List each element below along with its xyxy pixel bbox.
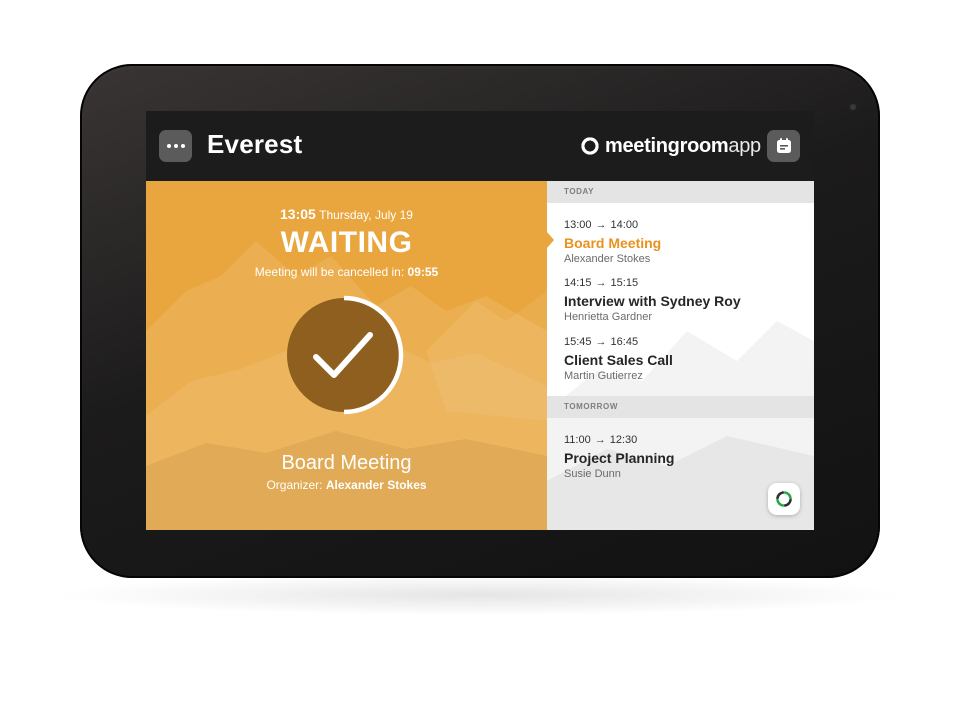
event-end: 12:30 [609, 434, 638, 446]
brand-name-bold: meetingroom [605, 134, 729, 157]
day-header-tomorrow: TOMORROW [547, 396, 814, 418]
event-start: 14:15 [564, 277, 592, 289]
event-time: 15:45 → 16:45 [564, 335, 804, 349]
event-item[interactable]: 11:00 → 12:30 Project Planning Susie Dunn [564, 433, 804, 481]
room-name: Everest [207, 129, 303, 159]
organizer-label: Organizer: [266, 478, 323, 492]
event-title: Client Sales Call [564, 352, 673, 368]
arrow-right-icon: → [595, 277, 607, 289]
event-time: 14:15 → 15:15 [564, 276, 804, 290]
event-organizer: Martin Gutierrez [564, 370, 643, 382]
current-meeting-organizer: Organizer: Alexander Stokes [146, 478, 547, 492]
event-organizer: Alexander Stokes [564, 253, 651, 265]
device-shadow [60, 575, 900, 615]
event-start: 15:45 [564, 336, 592, 348]
cancel-countdown-label: Meeting will be cancelled in: [254, 265, 405, 279]
event-end: 14:00 [610, 219, 639, 231]
check-in-button[interactable] [284, 295, 409, 415]
cancel-countdown-value: 09:55 [407, 265, 439, 279]
cancel-countdown: Meeting will be cancelled in: 09:55 [146, 265, 547, 279]
event-start: 13:00 [564, 219, 592, 231]
support-button[interactable] [768, 483, 800, 515]
event-title: Board Meeting [564, 235, 662, 251]
brand-name: meetingroomapp [605, 135, 761, 158]
event-item[interactable]: 15:45 → 16:45 Client Sales Call Martin Gut… [564, 335, 804, 383]
event-title: Interview with Sydney Roy [564, 293, 741, 309]
event-item[interactable]: 13:00 → 14:00 Board Meeting Alexander Stok… [564, 218, 804, 266]
day-header-today: TODAY [547, 181, 814, 203]
top-bar: Everest meetingroomapp [146, 111, 814, 181]
event-item[interactable]: 14:15 → 15:15 Interview with Sydney Roy He… [564, 276, 804, 324]
current-event-pointer [547, 232, 554, 248]
brand-name-light: app [728, 134, 761, 157]
calendar-button[interactable] [767, 130, 800, 162]
schedule-panel: TODAY 13:00 → 14:00 Board Meeting Alexande… [547, 181, 814, 530]
organizer-name: Alexander Stokes [325, 478, 427, 492]
tablet-screen: Everest meetingroomapp 13:05 Thursday, J… [146, 111, 814, 530]
brand-logo: meetingroomapp [580, 135, 761, 157]
current-datetime: 13:05 Thursday, July 19 [146, 206, 547, 222]
current-time: 13:05 [280, 206, 316, 222]
more-dots-icon [166, 144, 185, 148]
arrow-right-icon: → [594, 434, 606, 446]
current-date: Thursday, July 19 [319, 208, 413, 222]
current-meeting-panel: 13:05 Thursday, July 19 WAITING Meeting … [146, 181, 547, 530]
event-time: 11:00 → 12:30 [564, 433, 804, 447]
event-organizer: Susie Dunn [564, 468, 621, 480]
calendar-icon [776, 138, 791, 153]
event-organizer: Henrietta Gardner [564, 311, 653, 323]
event-end: 16:45 [610, 336, 639, 348]
arrow-right-icon: → [595, 219, 607, 231]
menu-button[interactable] [159, 130, 192, 162]
current-meeting-title: Board Meeting [281, 452, 412, 474]
event-time: 13:00 → 14:00 [564, 218, 804, 232]
support-icon [776, 491, 792, 507]
event-end: 15:15 [610, 277, 639, 289]
meetingroomapp-logo-icon [581, 137, 599, 155]
event-title: Project Planning [564, 450, 675, 466]
event-start: 11:00 [564, 434, 591, 446]
arrow-right-icon: → [595, 336, 607, 348]
front-camera [849, 103, 857, 111]
room-status: WAITING [280, 226, 413, 259]
